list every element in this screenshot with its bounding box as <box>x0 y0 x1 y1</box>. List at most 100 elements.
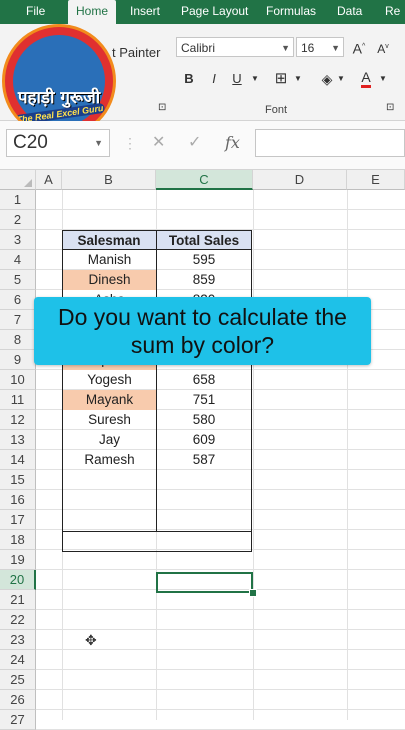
font-name-select[interactable]: Calibri ▼ <box>176 37 294 57</box>
active-cell-c20[interactable] <box>156 572 253 593</box>
insert-function-icon[interactable]: fx <box>225 131 240 155</box>
italic-button[interactable]: I <box>208 68 220 90</box>
name-box-value: C20 <box>13 132 48 153</box>
chevron-down-icon[interactable]: ▼ <box>293 68 303 90</box>
column-header-b[interactable]: B <box>62 170 156 190</box>
row-header-3[interactable]: 3 <box>0 230 36 250</box>
table-total-divider <box>62 531 252 532</box>
salesman-cell[interactable]: Ramesh <box>63 450 156 470</box>
total-sales-cell[interactable]: 859 <box>157 270 251 290</box>
row-header-15[interactable]: 15 <box>0 470 36 490</box>
gridline-h <box>36 689 405 690</box>
underline-button[interactable]: U <box>231 68 243 90</box>
row-header-17[interactable]: 17 <box>0 510 36 530</box>
fill-handle[interactable] <box>249 589 257 597</box>
column-header-c[interactable]: C <box>156 170 253 190</box>
row-header-8[interactable]: 8 <box>0 330 36 350</box>
clipboard-launcher-icon[interactable]: ⊡ <box>158 102 166 114</box>
tab-page-layout[interactable]: Page Layout <box>181 0 248 24</box>
gridline-h <box>36 569 405 570</box>
row-header-9[interactable]: 9 <box>0 350 36 370</box>
row-header-7[interactable]: 7 <box>0 310 36 330</box>
column-header-e[interactable]: E <box>347 170 405 190</box>
total-sales-cell[interactable]: 751 <box>157 390 251 410</box>
select-all-corner[interactable] <box>0 170 36 190</box>
select-all-triangle-icon <box>24 179 32 187</box>
row-header-4[interactable]: 4 <box>0 250 36 270</box>
tab-insert[interactable]: Insert <box>130 0 160 24</box>
formula-input[interactable] <box>255 129 405 157</box>
row-header-12[interactable]: 12 <box>0 410 36 430</box>
gridline-h <box>36 489 405 490</box>
name-box[interactable]: C20 ▼ <box>6 129 110 157</box>
salesman-cell[interactable]: Mayank <box>63 390 156 410</box>
row-header-1[interactable]: 1 <box>0 190 36 210</box>
row-header-16[interactable]: 16 <box>0 490 36 510</box>
row-header-14[interactable]: 14 <box>0 450 36 470</box>
row-header-21[interactable]: 21 <box>0 590 36 610</box>
salesman-cell[interactable]: Dinesh <box>63 270 156 290</box>
font-launcher-icon[interactable]: ⊡ <box>386 102 394 114</box>
row-header-27[interactable]: 27 <box>0 710 36 730</box>
cancel-icon[interactable]: ✕ <box>152 131 165 155</box>
chevron-down-icon[interactable]: ▼ <box>336 68 346 90</box>
shrink-font-button[interactable]: Av <box>376 36 390 58</box>
row-header-18[interactable]: 18 <box>0 530 36 550</box>
gridline-v <box>347 190 348 720</box>
callout-text: Do you want to calculate the sum by colo… <box>34 303 371 359</box>
gridline-h <box>36 209 405 210</box>
font-color-icon: A <box>361 69 371 88</box>
gridline-h <box>36 669 405 670</box>
chevron-down-icon[interactable]: ▼ <box>378 68 388 90</box>
header-salesman[interactable]: Salesman <box>62 230 156 250</box>
font-size-select[interactable]: 16 ▼ <box>296 37 344 57</box>
row-header-10[interactable]: 10 <box>0 370 36 390</box>
gridline-h <box>36 549 405 550</box>
grow-font-button[interactable]: A^ <box>352 36 366 58</box>
font-size-value: 16 <box>301 41 315 55</box>
fill-color-icon[interactable]: ◈ <box>318 68 336 90</box>
tab-home[interactable]: Home <box>68 0 117 24</box>
borders-icon[interactable]: ⊞ <box>272 68 290 90</box>
total-sales-cell[interactable]: 658 <box>157 370 251 390</box>
row-header-26[interactable]: 26 <box>0 690 36 710</box>
column-header-d[interactable]: D <box>253 170 347 190</box>
row-header-6[interactable]: 6 <box>0 290 36 310</box>
grow-font-label: A <box>352 40 363 57</box>
bold-button[interactable]: B <box>183 68 195 90</box>
tab-review[interactable]: Re <box>385 0 400 24</box>
salesman-cell[interactable]: Yogesh <box>63 370 156 390</box>
salesman-cell[interactable]: Jay <box>63 430 156 450</box>
gridline-h <box>36 529 405 530</box>
drag-handle-icon[interactable]: ⋮ <box>123 131 137 155</box>
format-painter-button[interactable]: t Painter <box>112 42 160 64</box>
salesman-cell[interactable]: Manish <box>63 250 156 270</box>
header-total-sales[interactable]: Total Sales <box>156 230 252 250</box>
row-header-5[interactable]: 5 <box>0 270 36 290</box>
row-header-19[interactable]: 19 <box>0 550 36 570</box>
gridline-h <box>36 709 405 710</box>
font-color-button[interactable]: A <box>358 66 374 88</box>
row-header-11[interactable]: 11 <box>0 390 36 410</box>
total-sales-cell[interactable]: 587 <box>157 450 251 470</box>
chevron-down-icon[interactable]: ▼ <box>250 68 260 90</box>
row-header-24[interactable]: 24 <box>0 650 36 670</box>
row-header-2[interactable]: 2 <box>0 210 36 230</box>
gridline-h <box>36 649 405 650</box>
tab-data[interactable]: Data <box>337 0 362 24</box>
row-header-20[interactable]: 20 <box>0 570 36 590</box>
salesman-cell[interactable]: Suresh <box>63 410 156 430</box>
row-header-22[interactable]: 22 <box>0 610 36 630</box>
row-header-13[interactable]: 13 <box>0 430 36 450</box>
row-header-25[interactable]: 25 <box>0 670 36 690</box>
total-sales-cell[interactable]: 595 <box>157 250 251 270</box>
font-group-label: Font <box>265 104 288 116</box>
tab-file[interactable]: File <box>26 0 45 24</box>
enter-icon[interactable]: ✓ <box>188 131 201 155</box>
total-sales-cell[interactable]: 580 <box>157 410 251 430</box>
tab-formulas[interactable]: Formulas <box>266 0 316 24</box>
total-sales-cell[interactable]: 609 <box>157 430 251 450</box>
question-callout: Do you want to calculate the sum by colo… <box>34 297 371 365</box>
row-header-23[interactable]: 23 <box>0 630 36 650</box>
column-header-a[interactable]: A <box>36 170 62 190</box>
